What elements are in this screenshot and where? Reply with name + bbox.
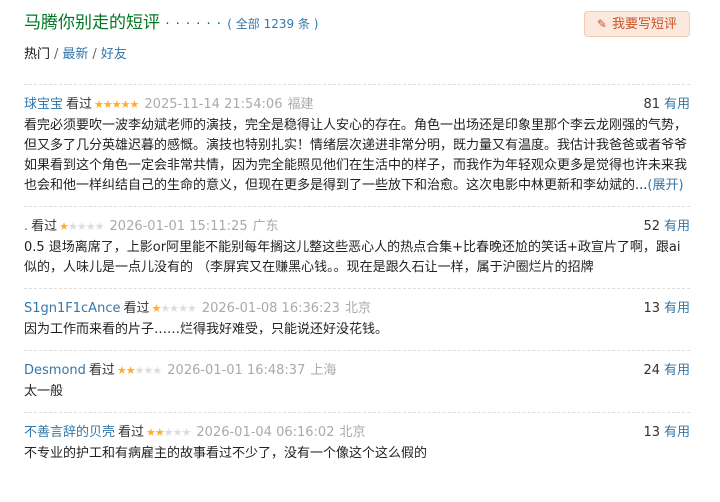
star-icon: ★ (111, 98, 122, 111)
watch-status: 看过 (88, 363, 115, 378)
star-icon: ★ (116, 364, 127, 377)
watch-status: 看过 (66, 97, 93, 112)
watch-status: 看过 (118, 425, 145, 440)
useful-vote: 24 有用 (643, 361, 690, 381)
star-icon: ★ (134, 364, 145, 377)
rating-stars: ★★★★★ (116, 361, 162, 381)
comment-time: 2026-01-01 15:11:25 (109, 219, 248, 234)
comment-meta: S1gn1F1cAnce 看过 ★★★★★ 2026-01-08 16:36:23 北京… (24, 299, 690, 319)
comment-text: 因为工作而来看的片子……烂得我好难受，只能说还好没花钱。 (24, 320, 690, 340)
star-icon: ★ (160, 302, 170, 315)
comment-time: 2026-01-01 16:48:37 (167, 363, 306, 378)
rating-stars: ★★★★★ (59, 217, 105, 237)
comment-text: 看完必须要吹一波李幼斌老师的演技，完全是稳得让人安心的存在。角色一出场还是印象里… (24, 116, 690, 196)
star-icon: ★ (169, 302, 179, 315)
star-icon: ★ (181, 426, 192, 439)
star-icon: ★ (152, 364, 162, 377)
comment-user-link[interactable]: 球宝宝 (24, 97, 63, 112)
useful-vote: 13 有用 (643, 299, 690, 319)
pencil-icon: ✎ (596, 17, 607, 31)
star-icon: ★ (125, 364, 136, 377)
comment-location: 福建 (287, 97, 314, 112)
comment-body: 0.5 退场离席了，上影or阿里能不能别每年搁这儿整这些恶心人的热点合集+比春晚… (24, 240, 681, 275)
comment-body: 不专业的护工和有病雇主的故事看过不少了，没有一个像这个这么假的 (24, 446, 428, 461)
comment-user-link[interactable]: S1gn1F1cAnce (24, 301, 120, 316)
star-icon: ★ (59, 220, 69, 233)
useful-count: 81 (643, 97, 660, 112)
comments-header: 马腾你别走的短评 · · · · · · ( 全部 1239 条 ) ✎ 我要写短… (24, 11, 690, 40)
star-icon: ★ (76, 220, 87, 233)
useful-vote: 13 有用 (643, 423, 690, 443)
filter-separator: / (54, 47, 59, 62)
comment-item: 球宝宝 看过 ★★★★★ 2025-11-14 21:54:06 福建 81 有用 看完必须要… (24, 84, 690, 196)
rating-stars: ★★★★★ (151, 299, 197, 319)
filter-separator: / (92, 47, 97, 62)
star-icon: ★ (186, 302, 197, 315)
star-icon: ★ (94, 98, 104, 111)
section-title: 马腾你别走的短评 · · · · · · ( 全部 1239 条 ) (24, 12, 318, 36)
watch-status: 看过 (31, 219, 58, 234)
useful-vote: 52 有用 (643, 217, 690, 237)
page-title[interactable]: 马腾你别走的短评 (24, 13, 160, 33)
comment-meta: Desmond 看过 ★★★★★ 2026-01-01 16:48:37 上海 24 有用 (24, 361, 690, 381)
comment-meta: 球宝宝 看过 ★★★★★ 2025-11-14 21:54:06 福建 81 有用 (24, 95, 690, 115)
comment-body: 太一般 (24, 384, 64, 399)
star-icon: ★ (172, 426, 183, 439)
comment-list: 球宝宝 看过 ★★★★★ 2025-11-14 21:54:06 福建 81 有用 看完必须要… (24, 84, 690, 474)
write-comment-button[interactable]: ✎ 我要写短评 (583, 11, 690, 37)
comment-text: 0.5 退场离席了，上影or阿里能不能别每年搁这儿整这些恶心人的热点合集+比春晚… (24, 238, 690, 278)
comment-time: 2025-11-14 21:54:06 (144, 97, 283, 112)
comment-location: 广东 (252, 219, 279, 234)
star-icon: ★ (146, 426, 156, 439)
star-icon: ★ (163, 426, 174, 439)
rating-stars: ★★★★★ (146, 423, 192, 443)
star-icon: ★ (68, 220, 78, 233)
filter-friends[interactable]: 好友 (101, 47, 127, 62)
comment-meta: 不善言辞的贝壳 看过 ★★★★★ 2026-01-04 06:16:02 北京 13 有用 (24, 423, 690, 443)
comment-text: 不专业的护工和有病雇主的故事看过不少了，没有一个像这个这么假的 (24, 444, 690, 464)
watch-status: 看过 (123, 301, 150, 316)
comment-user-link[interactable]: Desmond (24, 363, 86, 378)
useful-count: 13 (643, 425, 660, 440)
star-icon: ★ (120, 98, 131, 111)
comment-meta: . 看过 ★★★★★ 2026-01-01 15:11:25 广东 52 有用 (24, 217, 690, 237)
useful-count: 24 (643, 363, 660, 378)
filter-hot[interactable]: 热门 (24, 47, 50, 62)
comment-time: 2026-01-08 16:36:23 (201, 301, 340, 316)
comment-location: 北京 (344, 301, 371, 316)
comment-item: Desmond 看过 ★★★★★ 2026-01-01 16:48:37 上海 24 有用太… (24, 350, 690, 402)
useful-button[interactable]: 有用 (664, 219, 690, 234)
comment-item: S1gn1F1cAnce 看过 ★★★★★ 2026-01-08 16:36:23 北京… (24, 288, 690, 340)
star-icon: ★ (178, 302, 188, 315)
comment-body: 看完必须要吹一波李幼斌老师的演技，完全是稳得让人安心的存在。角色一出场还是印象里… (24, 118, 688, 193)
star-icon: ★ (85, 220, 96, 233)
comment-location: 北京 (339, 425, 366, 440)
sort-filters: 热门 / 最新 / 好友 (24, 46, 127, 64)
star-icon: ★ (154, 426, 165, 439)
comment-user-link[interactable]: 不善言辞的贝壳 (24, 425, 115, 440)
filter-latest[interactable]: 最新 (62, 47, 88, 62)
comment-body: 因为工作而来看的片子……烂得我好难受，只能说还好没花钱。 (24, 322, 389, 337)
comment-location: 上海 (310, 363, 337, 378)
useful-count: 52 (643, 219, 660, 234)
title-dots: · · · · · · (165, 17, 222, 32)
total-count-link[interactable]: ( 全部 1239 条 ) (227, 17, 318, 31)
useful-button[interactable]: 有用 (664, 97, 690, 112)
comment-user-link[interactable]: . (24, 219, 28, 234)
expand-link[interactable]: (展开) (647, 178, 683, 193)
write-comment-label: 我要写短评 (611, 17, 677, 32)
useful-vote: 81 有用 (643, 95, 690, 115)
useful-button[interactable]: 有用 (664, 301, 690, 316)
comment-item: 不善言辞的贝壳 看过 ★★★★★ 2026-01-04 06:16:02 北京 13 有用不… (24, 412, 690, 464)
useful-count: 13 (643, 301, 660, 316)
comment-item: . 看过 ★★★★★ 2026-01-01 15:11:25 广东 52 有用 0.5 退场离… (24, 206, 690, 278)
comment-text: 太一般 (24, 382, 690, 402)
useful-button[interactable]: 有用 (664, 425, 690, 440)
star-icon: ★ (102, 98, 113, 111)
comment-time: 2026-01-04 06:16:02 (196, 425, 335, 440)
star-icon: ★ (129, 98, 140, 111)
useful-button[interactable]: 有用 (664, 363, 690, 378)
rating-stars: ★★★★★ (94, 95, 140, 115)
star-icon: ★ (94, 220, 105, 233)
